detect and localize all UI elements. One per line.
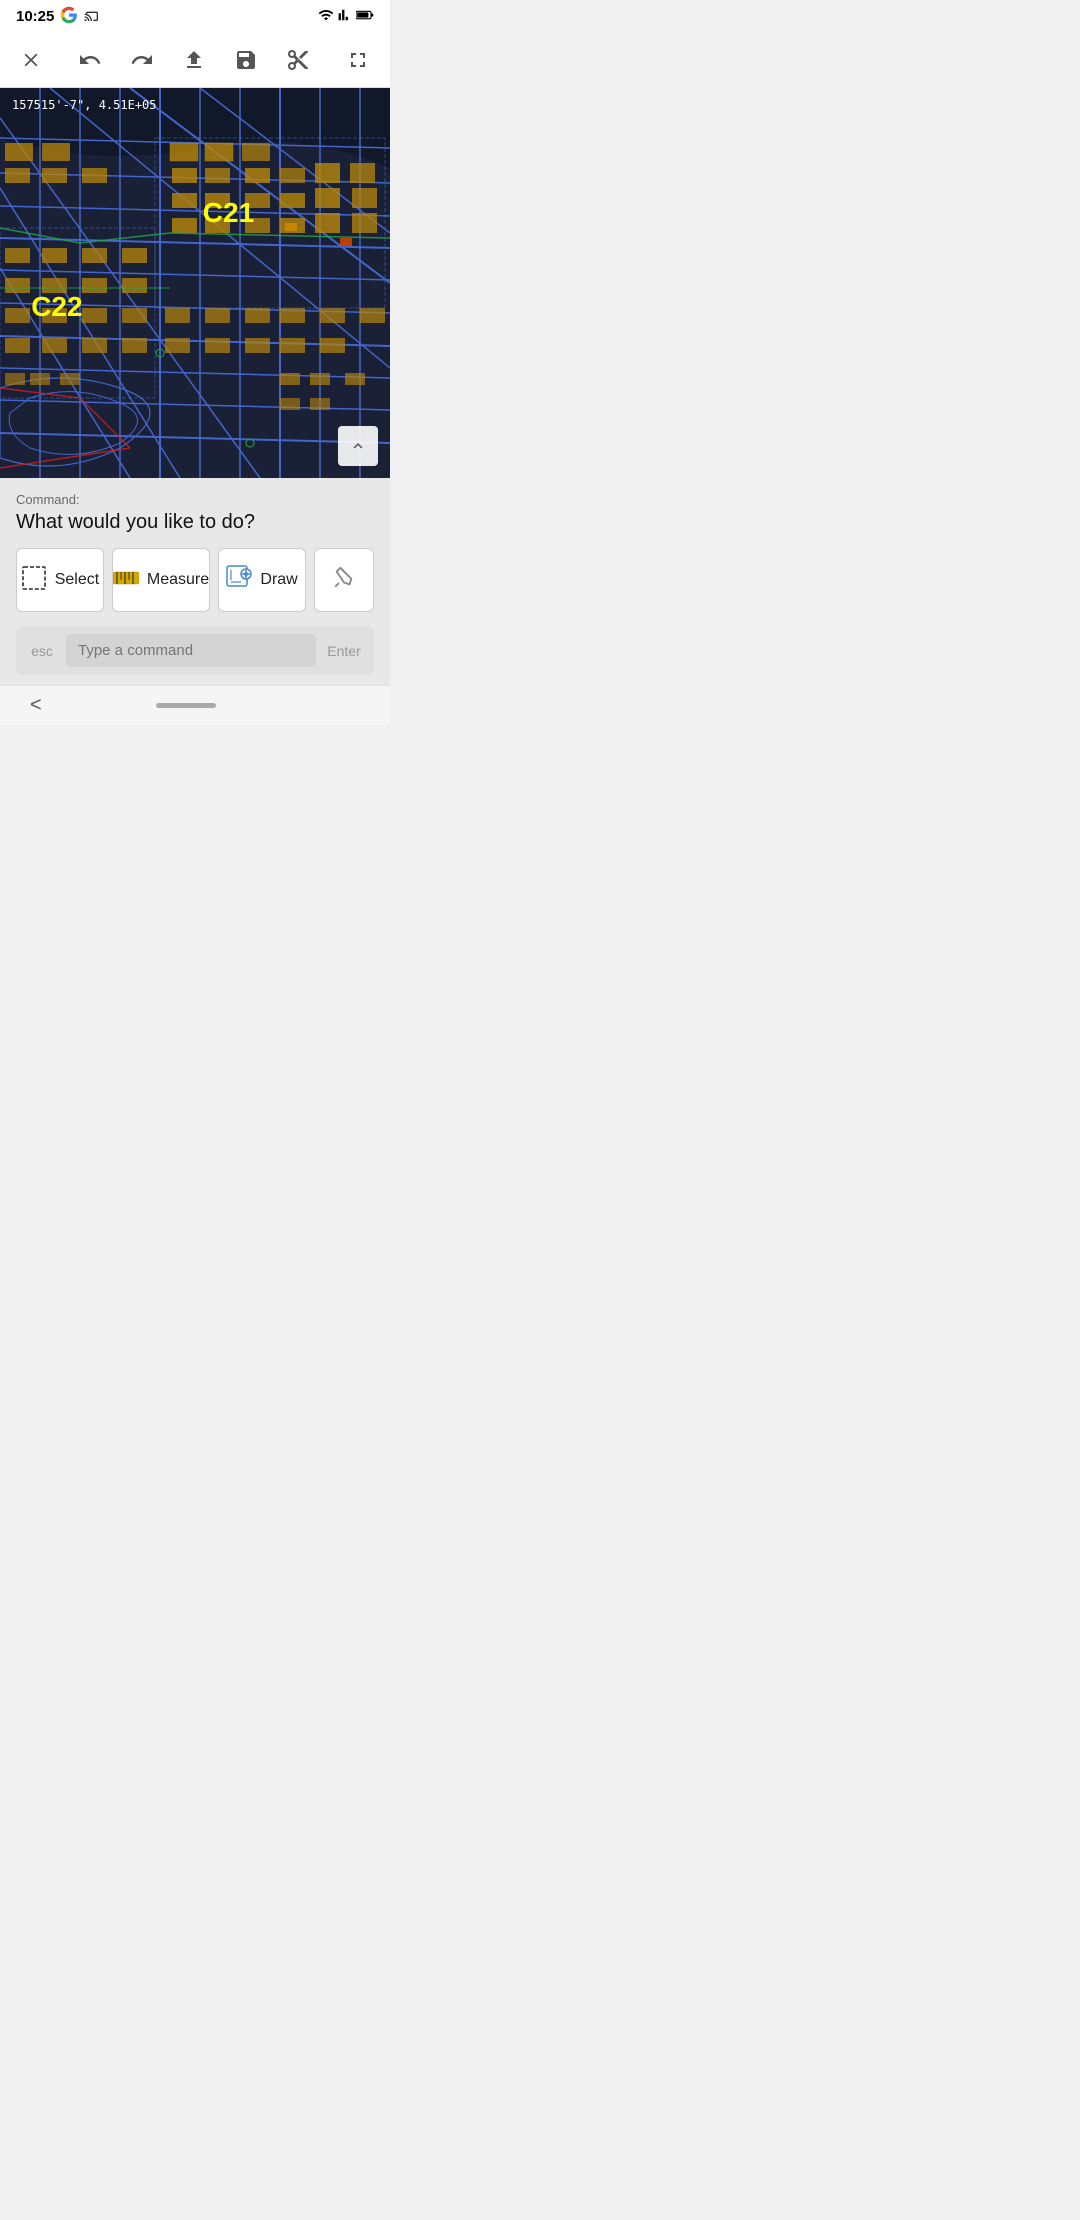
toolbar-right: [342, 44, 374, 76]
undo-button[interactable]: [74, 44, 106, 76]
bottom-bar: <: [0, 685, 390, 725]
enter-button[interactable]: Enter: [326, 643, 362, 659]
more-icon: [333, 566, 355, 594]
fullscreen-button[interactable]: [342, 44, 374, 76]
select-label: Select: [55, 571, 99, 589]
more-button[interactable]: [314, 548, 374, 612]
select-button[interactable]: Select: [16, 548, 104, 612]
scissors-button[interactable]: [282, 44, 314, 76]
toolbar-center: [74, 44, 314, 76]
measure-label: Measure: [147, 571, 209, 589]
map-svg: [0, 88, 390, 478]
redo-button[interactable]: [126, 44, 158, 76]
map-area[interactable]: 157515'-7", 4.51E+05 C21 C22: [0, 88, 390, 478]
draw-label: Draw: [260, 571, 297, 589]
esc-button[interactable]: esc: [28, 643, 56, 659]
measure-button[interactable]: Measure: [112, 548, 210, 612]
google-icon: [60, 6, 78, 27]
wifi-icon: [318, 7, 334, 26]
toolbar-left: [16, 45, 46, 75]
back-button[interactable]: <: [20, 690, 52, 721]
share-button[interactable]: [178, 44, 210, 76]
signal-icon: [338, 7, 352, 26]
toolbar: [0, 32, 390, 88]
select-icon: [21, 565, 47, 595]
status-left: 10:25: [16, 6, 100, 27]
zone-label-c22: C22: [31, 291, 82, 323]
close-button[interactable]: [16, 45, 46, 75]
battery-icon: [356, 9, 374, 24]
status-time: 10:25: [16, 8, 54, 25]
save-button[interactable]: [230, 44, 262, 76]
command-input[interactable]: [66, 634, 316, 667]
command-area: Command: What would you like to do? Sele…: [0, 478, 390, 685]
expand-button[interactable]: [338, 426, 378, 466]
command-label: Command:: [16, 492, 374, 507]
draw-icon: [226, 565, 252, 595]
status-bar: 10:25: [0, 0, 390, 32]
status-right: [318, 7, 374, 26]
action-buttons: Select Measure: [16, 548, 374, 612]
map-coordinates: 157515'-7", 4.51E+05: [12, 98, 157, 112]
command-question: What would you like to do?: [16, 511, 374, 534]
measure-icon: [113, 568, 139, 592]
cast-icon: [84, 7, 100, 26]
map-canvas: 157515'-7", 4.51E+05 C21 C22: [0, 88, 390, 478]
home-indicator: [156, 703, 216, 708]
zone-label-c21: C21: [203, 197, 254, 229]
command-input-row: esc Enter: [16, 626, 374, 675]
draw-button[interactable]: Draw: [218, 548, 306, 612]
